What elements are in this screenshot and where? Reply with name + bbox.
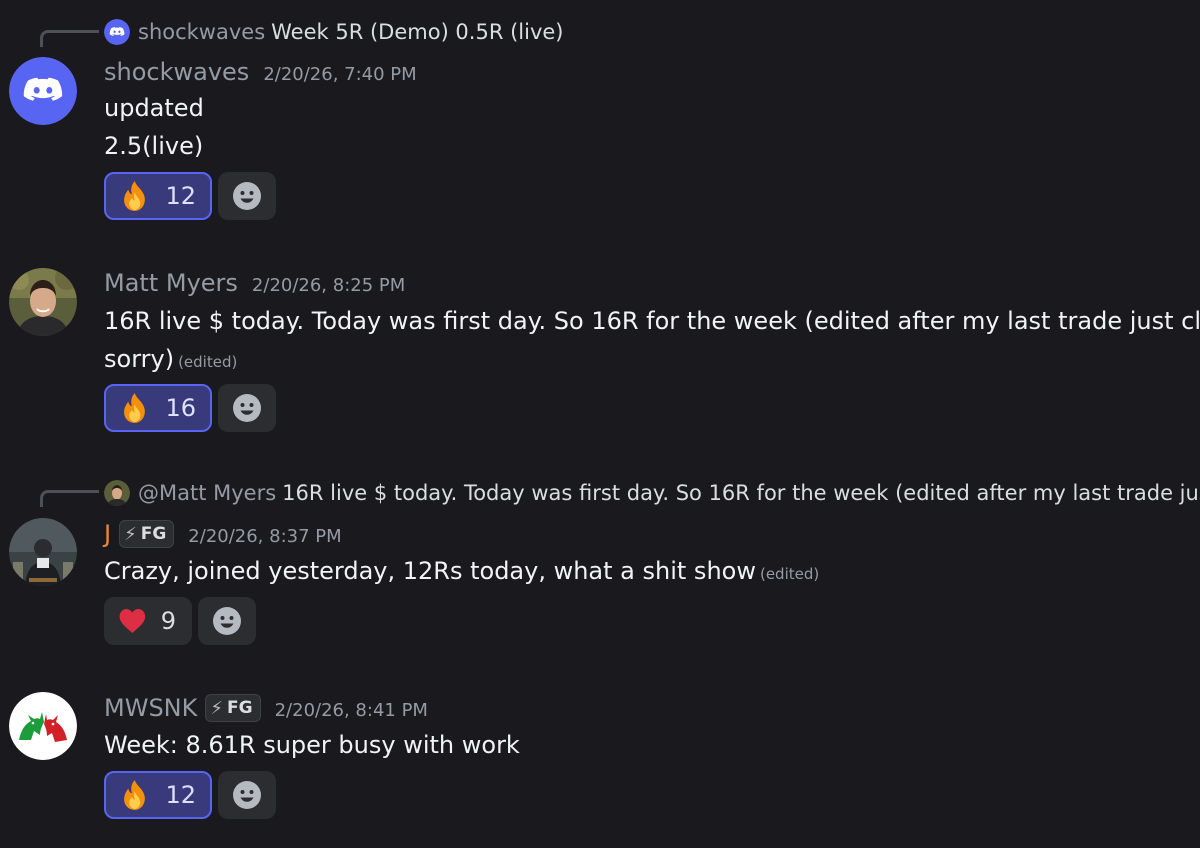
- reply-preview[interactable]: @Matt Myers 16R live $ today. Today was …: [104, 478, 1200, 508]
- message-header: J ⚡ FG 2/20/26, 8:37 PM: [104, 520, 342, 548]
- heart-icon: [119, 609, 146, 633]
- user-photo-j: [9, 518, 77, 586]
- reaction-fire[interactable]: 16: [104, 384, 212, 432]
- smiley-icon: [233, 781, 261, 809]
- discord-logo-icon: [9, 57, 77, 125]
- reply-text: Week 5R (Demo) 0.5R (live): [271, 20, 564, 44]
- message-text: Crazy, joined yesterday, 12Rs today, wha…: [104, 557, 756, 585]
- bolt-icon: ⚡: [124, 523, 137, 545]
- username[interactable]: shockwaves: [104, 58, 249, 86]
- add-reaction-button[interactable]: [218, 172, 276, 220]
- server-tag[interactable]: ⚡ FG: [205, 694, 261, 722]
- reaction-count: 9: [160, 607, 176, 635]
- fire-icon: [124, 780, 145, 810]
- edited-label: (edited): [759, 565, 820, 583]
- avatar[interactable]: [9, 518, 77, 586]
- timestamp[interactable]: 2/20/26, 8:25 PM: [252, 275, 405, 296]
- reply-text: 16R live $ today. Today was first day. S…: [282, 481, 1200, 505]
- timestamp[interactable]: 2/20/26, 7:40 PM: [263, 64, 416, 85]
- message-header: shockwaves 2/20/26, 7:40 PM: [104, 58, 417, 86]
- reply-connector: [40, 30, 99, 47]
- timestamp[interactable]: 2/20/26, 8:41 PM: [275, 700, 428, 721]
- username[interactable]: J: [104, 520, 111, 548]
- reaction-fire[interactable]: 12: [104, 172, 212, 220]
- reaction-count: 12: [165, 781, 196, 809]
- chat-messages: shockwaves Week 5R (Demo) 0.5R (live) sh…: [0, 0, 1200, 848]
- bull-bear-logo: [9, 692, 77, 760]
- reply-avatar: [104, 480, 130, 506]
- user-photo-matt-myers: [9, 268, 77, 336]
- reply-preview[interactable]: shockwaves Week 5R (Demo) 0.5R (live): [104, 17, 564, 47]
- reply-author[interactable]: shockwaves: [138, 20, 265, 44]
- reply-connector: [40, 490, 99, 507]
- discord-logo-icon: [104, 19, 130, 45]
- message-header: Matt Myers 2/20/26, 8:25 PM: [104, 269, 405, 297]
- timestamp[interactable]: 2/20/26, 8:37 PM: [188, 526, 341, 547]
- fire-icon: [124, 393, 145, 423]
- message-header: MWSNK ⚡ FG 2/20/26, 8:41 PM: [104, 694, 428, 722]
- message-text: 16R live $ today. Today was first day. S…: [104, 307, 1200, 335]
- smiley-icon: [233, 182, 261, 210]
- reaction-fire[interactable]: 12: [104, 771, 212, 819]
- reaction-count: 16: [165, 394, 196, 422]
- username[interactable]: MWSNK: [104, 694, 197, 722]
- add-reaction-button[interactable]: [218, 384, 276, 432]
- username[interactable]: Matt Myers: [104, 269, 238, 297]
- avatar[interactable]: [9, 692, 77, 760]
- message-text: 2.5(live): [104, 132, 204, 160]
- message-text-line: sorry) (edited): [104, 340, 237, 381]
- server-tag[interactable]: ⚡ FG: [119, 520, 175, 548]
- add-reaction-button[interactable]: [218, 771, 276, 819]
- reaction-heart[interactable]: 9: [104, 597, 192, 645]
- avatar[interactable]: [9, 57, 77, 125]
- smiley-icon: [213, 607, 241, 635]
- avatar[interactable]: [9, 268, 77, 336]
- message-text: updated: [104, 94, 204, 122]
- server-tag-label: FG: [227, 698, 253, 718]
- message-text: sorry): [104, 345, 175, 373]
- reaction-count: 12: [165, 182, 196, 210]
- message-text: Week: 8.61R super busy with work: [104, 731, 520, 759]
- reply-author[interactable]: @Matt Myers: [138, 481, 276, 505]
- add-reaction-button[interactable]: [198, 597, 256, 645]
- message-text-line: Crazy, joined yesterday, 12Rs today, wha…: [104, 552, 819, 593]
- fire-icon: [124, 181, 145, 211]
- edited-label: (edited): [178, 353, 238, 371]
- server-tag-label: FG: [140, 524, 167, 544]
- bolt-icon: ⚡: [210, 697, 224, 719]
- smiley-icon: [233, 394, 261, 422]
